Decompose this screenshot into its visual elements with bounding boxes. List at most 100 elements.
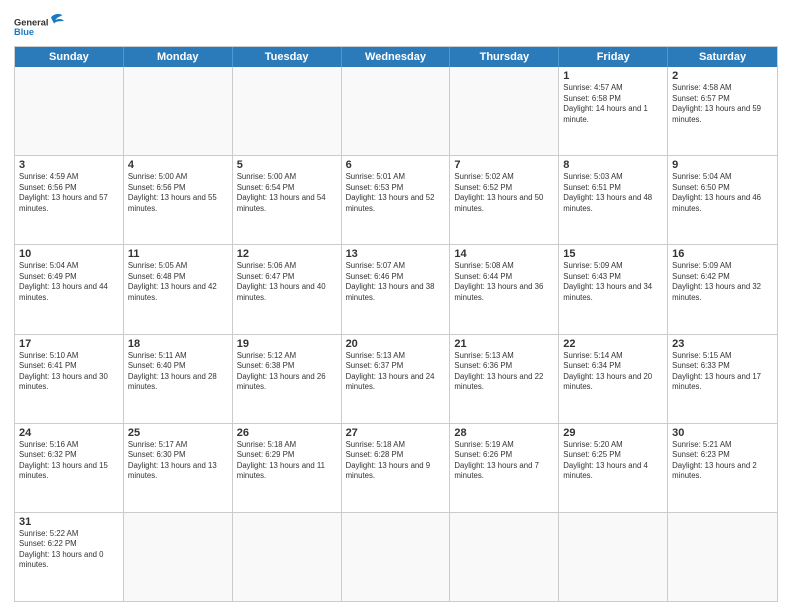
day-number: 12 [237, 248, 337, 260]
day-number: 6 [346, 159, 446, 171]
day-number: 16 [672, 248, 773, 260]
empty-cell [668, 513, 777, 601]
day-info: Sunrise: 4:58 AM Sunset: 6:57 PM Dayligh… [672, 83, 773, 125]
day-info: Sunrise: 5:04 AM Sunset: 6:50 PM Dayligh… [672, 172, 773, 214]
calendar-row-3: 17Sunrise: 5:10 AM Sunset: 6:41 PM Dayli… [15, 334, 777, 423]
day-cell-31: 31Sunrise: 5:22 AM Sunset: 6:22 PM Dayli… [15, 513, 124, 601]
day-cell-15: 15Sunrise: 5:09 AM Sunset: 6:43 PM Dayli… [559, 245, 668, 333]
svg-text:Blue: Blue [14, 27, 34, 37]
header-day-monday: Monday [124, 47, 233, 67]
day-cell-30: 30Sunrise: 5:21 AM Sunset: 6:23 PM Dayli… [668, 424, 777, 512]
empty-cell [15, 67, 124, 155]
empty-cell [342, 513, 451, 601]
calendar-row-0: 1Sunrise: 4:57 AM Sunset: 6:58 PM Daylig… [15, 67, 777, 155]
empty-cell [450, 513, 559, 601]
header-day-sunday: Sunday [15, 47, 124, 67]
day-info: Sunrise: 5:18 AM Sunset: 6:28 PM Dayligh… [346, 440, 446, 482]
day-number: 26 [237, 427, 337, 439]
day-number: 13 [346, 248, 446, 260]
day-info: Sunrise: 5:12 AM Sunset: 6:38 PM Dayligh… [237, 351, 337, 393]
day-number: 22 [563, 338, 663, 350]
header-day-tuesday: Tuesday [233, 47, 342, 67]
day-number: 3 [19, 159, 119, 171]
day-info: Sunrise: 5:09 AM Sunset: 6:42 PM Dayligh… [672, 261, 773, 303]
day-info: Sunrise: 5:11 AM Sunset: 6:40 PM Dayligh… [128, 351, 228, 393]
day-cell-16: 16Sunrise: 5:09 AM Sunset: 6:42 PM Dayli… [668, 245, 777, 333]
day-number: 19 [237, 338, 337, 350]
header-day-friday: Friday [559, 47, 668, 67]
calendar-row-4: 24Sunrise: 5:16 AM Sunset: 6:32 PM Dayli… [15, 423, 777, 512]
day-cell-10: 10Sunrise: 5:04 AM Sunset: 6:49 PM Dayli… [15, 245, 124, 333]
day-cell-3: 3Sunrise: 4:59 AM Sunset: 6:56 PM Daylig… [15, 156, 124, 244]
day-number: 21 [454, 338, 554, 350]
day-number: 10 [19, 248, 119, 260]
day-info: Sunrise: 5:08 AM Sunset: 6:44 PM Dayligh… [454, 261, 554, 303]
empty-cell [233, 513, 342, 601]
day-info: Sunrise: 4:57 AM Sunset: 6:58 PM Dayligh… [563, 83, 663, 125]
day-info: Sunrise: 5:00 AM Sunset: 6:54 PM Dayligh… [237, 172, 337, 214]
day-cell-13: 13Sunrise: 5:07 AM Sunset: 6:46 PM Dayli… [342, 245, 451, 333]
day-number: 5 [237, 159, 337, 171]
header-day-thursday: Thursday [450, 47, 559, 67]
calendar-header: SundayMondayTuesdayWednesdayThursdayFrid… [15, 47, 777, 67]
day-cell-28: 28Sunrise: 5:19 AM Sunset: 6:26 PM Dayli… [450, 424, 559, 512]
day-cell-23: 23Sunrise: 5:15 AM Sunset: 6:33 PM Dayli… [668, 335, 777, 423]
day-info: Sunrise: 5:13 AM Sunset: 6:36 PM Dayligh… [454, 351, 554, 393]
day-info: Sunrise: 5:10 AM Sunset: 6:41 PM Dayligh… [19, 351, 119, 393]
day-info: Sunrise: 5:19 AM Sunset: 6:26 PM Dayligh… [454, 440, 554, 482]
day-number: 30 [672, 427, 773, 439]
header-day-wednesday: Wednesday [342, 47, 451, 67]
day-info: Sunrise: 5:04 AM Sunset: 6:49 PM Dayligh… [19, 261, 119, 303]
header-day-saturday: Saturday [668, 47, 777, 67]
day-number: 29 [563, 427, 663, 439]
day-cell-1: 1Sunrise: 4:57 AM Sunset: 6:58 PM Daylig… [559, 67, 668, 155]
day-info: Sunrise: 5:01 AM Sunset: 6:53 PM Dayligh… [346, 172, 446, 214]
day-number: 24 [19, 427, 119, 439]
day-info: Sunrise: 5:03 AM Sunset: 6:51 PM Dayligh… [563, 172, 663, 214]
day-info: Sunrise: 5:18 AM Sunset: 6:29 PM Dayligh… [237, 440, 337, 482]
day-cell-17: 17Sunrise: 5:10 AM Sunset: 6:41 PM Dayli… [15, 335, 124, 423]
day-number: 14 [454, 248, 554, 260]
day-number: 20 [346, 338, 446, 350]
day-info: Sunrise: 5:07 AM Sunset: 6:46 PM Dayligh… [346, 261, 446, 303]
day-info: Sunrise: 5:15 AM Sunset: 6:33 PM Dayligh… [672, 351, 773, 393]
day-info: Sunrise: 5:06 AM Sunset: 6:47 PM Dayligh… [237, 261, 337, 303]
day-number: 28 [454, 427, 554, 439]
empty-cell [233, 67, 342, 155]
day-cell-20: 20Sunrise: 5:13 AM Sunset: 6:37 PM Dayli… [342, 335, 451, 423]
day-cell-4: 4Sunrise: 5:00 AM Sunset: 6:56 PM Daylig… [124, 156, 233, 244]
day-number: 15 [563, 248, 663, 260]
empty-cell [342, 67, 451, 155]
day-cell-25: 25Sunrise: 5:17 AM Sunset: 6:30 PM Dayli… [124, 424, 233, 512]
day-number: 25 [128, 427, 228, 439]
day-info: Sunrise: 5:05 AM Sunset: 6:48 PM Dayligh… [128, 261, 228, 303]
day-cell-18: 18Sunrise: 5:11 AM Sunset: 6:40 PM Dayli… [124, 335, 233, 423]
empty-cell [124, 513, 233, 601]
header: General Blue [14, 10, 778, 40]
day-number: 4 [128, 159, 228, 171]
day-cell-27: 27Sunrise: 5:18 AM Sunset: 6:28 PM Dayli… [342, 424, 451, 512]
day-number: 8 [563, 159, 663, 171]
day-cell-9: 9Sunrise: 5:04 AM Sunset: 6:50 PM Daylig… [668, 156, 777, 244]
day-cell-8: 8Sunrise: 5:03 AM Sunset: 6:51 PM Daylig… [559, 156, 668, 244]
calendar-row-1: 3Sunrise: 4:59 AM Sunset: 6:56 PM Daylig… [15, 155, 777, 244]
calendar-row-2: 10Sunrise: 5:04 AM Sunset: 6:49 PM Dayli… [15, 244, 777, 333]
empty-cell [450, 67, 559, 155]
day-cell-2: 2Sunrise: 4:58 AM Sunset: 6:57 PM Daylig… [668, 67, 777, 155]
calendar: SundayMondayTuesdayWednesdayThursdayFrid… [14, 46, 778, 602]
day-info: Sunrise: 5:09 AM Sunset: 6:43 PM Dayligh… [563, 261, 663, 303]
day-cell-12: 12Sunrise: 5:06 AM Sunset: 6:47 PM Dayli… [233, 245, 342, 333]
day-number: 17 [19, 338, 119, 350]
logo-icon: General Blue [14, 10, 64, 40]
svg-text:General: General [14, 18, 49, 28]
day-info: Sunrise: 5:13 AM Sunset: 6:37 PM Dayligh… [346, 351, 446, 393]
day-number: 11 [128, 248, 228, 260]
day-cell-22: 22Sunrise: 5:14 AM Sunset: 6:34 PM Dayli… [559, 335, 668, 423]
day-number: 7 [454, 159, 554, 171]
empty-cell [124, 67, 233, 155]
day-info: Sunrise: 5:14 AM Sunset: 6:34 PM Dayligh… [563, 351, 663, 393]
calendar-row-5: 31Sunrise: 5:22 AM Sunset: 6:22 PM Dayli… [15, 512, 777, 601]
day-number: 1 [563, 70, 663, 82]
day-number: 31 [19, 516, 119, 528]
day-cell-26: 26Sunrise: 5:18 AM Sunset: 6:29 PM Dayli… [233, 424, 342, 512]
